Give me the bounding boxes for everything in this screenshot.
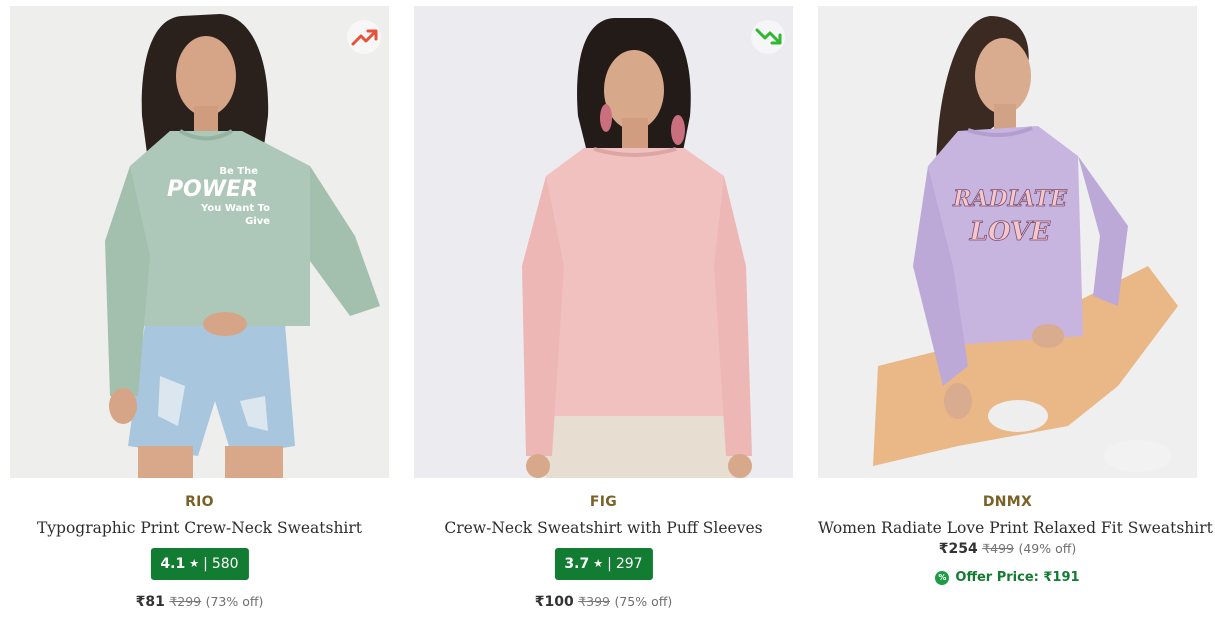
product-image[interactable]: [414, 6, 793, 478]
rating-separator: |: [607, 556, 612, 572]
product-image[interactable]: RADIATE LOVE: [818, 6, 1197, 478]
original-price: ₹399: [578, 594, 610, 609]
rating-count: 580: [211, 556, 239, 572]
brand-name: DNMX: [982, 494, 1033, 510]
star-icon: ★: [189, 557, 200, 570]
product-title[interactable]: Crew-Neck Sweatshirt with Puff Sleeves: [414, 519, 793, 537]
selling-price: ₹100: [534, 594, 574, 610]
trending-up-icon: [347, 20, 381, 54]
price-row: ₹81 ₹299 (73% off): [10, 594, 389, 610]
rating-badge: 4.1 ★ | 580: [150, 548, 249, 580]
original-price: ₹499: [982, 541, 1014, 556]
rating-value: 3.7: [564, 556, 590, 572]
price-row: ₹100 ₹399 (75% off): [414, 594, 793, 610]
rating-separator: |: [203, 556, 208, 572]
discount-label: (49% off): [1018, 541, 1077, 556]
product-card[interactable]: FIG Crew-Neck Sweatshirt with Puff Sleev…: [414, 6, 793, 616]
print-text: Be The: [219, 166, 258, 177]
product-card[interactable]: Be The POWER You Want To Give RIO Typogr…: [10, 6, 389, 616]
rating-value: 4.1: [160, 556, 186, 572]
print-text: POWER: [167, 177, 258, 202]
print-text: LOVE: [969, 217, 1052, 247]
offer-price: % Offer Price: ₹191: [818, 570, 1197, 585]
price-row: ₹254 ₹499 (49% off): [818, 541, 1197, 557]
print-text: You Want To: [200, 203, 270, 214]
star-icon: ★: [593, 557, 604, 570]
percent-badge-icon: %: [935, 570, 950, 585]
product-card[interactable]: RADIATE LOVE DNMX Women Radiate Love Pri…: [818, 6, 1213, 616]
brand-name: FIG: [589, 494, 618, 510]
offer-price-label: Offer Price: ₹191: [955, 570, 1080, 585]
discount-label: (73% off): [205, 594, 264, 609]
product-title[interactable]: Women Radiate Love Print Relaxed Fit Swe…: [818, 519, 1213, 537]
selling-price: ₹254: [938, 541, 978, 557]
print-text: RADIATE: [952, 186, 1068, 212]
rating-count: 297: [615, 556, 643, 572]
brand-name: RIO: [185, 494, 214, 510]
product-title[interactable]: Typographic Print Crew-Neck Sweatshirt: [10, 519, 389, 537]
discount-label: (75% off): [614, 594, 673, 609]
rating-badge: 3.7 ★ | 297: [554, 548, 653, 580]
print-text: Give: [245, 216, 270, 227]
trending-down-icon: [751, 20, 785, 54]
original-price: ₹299: [169, 594, 202, 609]
selling-price: ₹81: [135, 594, 165, 610]
product-image[interactable]: Be The POWER You Want To Give: [10, 6, 389, 478]
